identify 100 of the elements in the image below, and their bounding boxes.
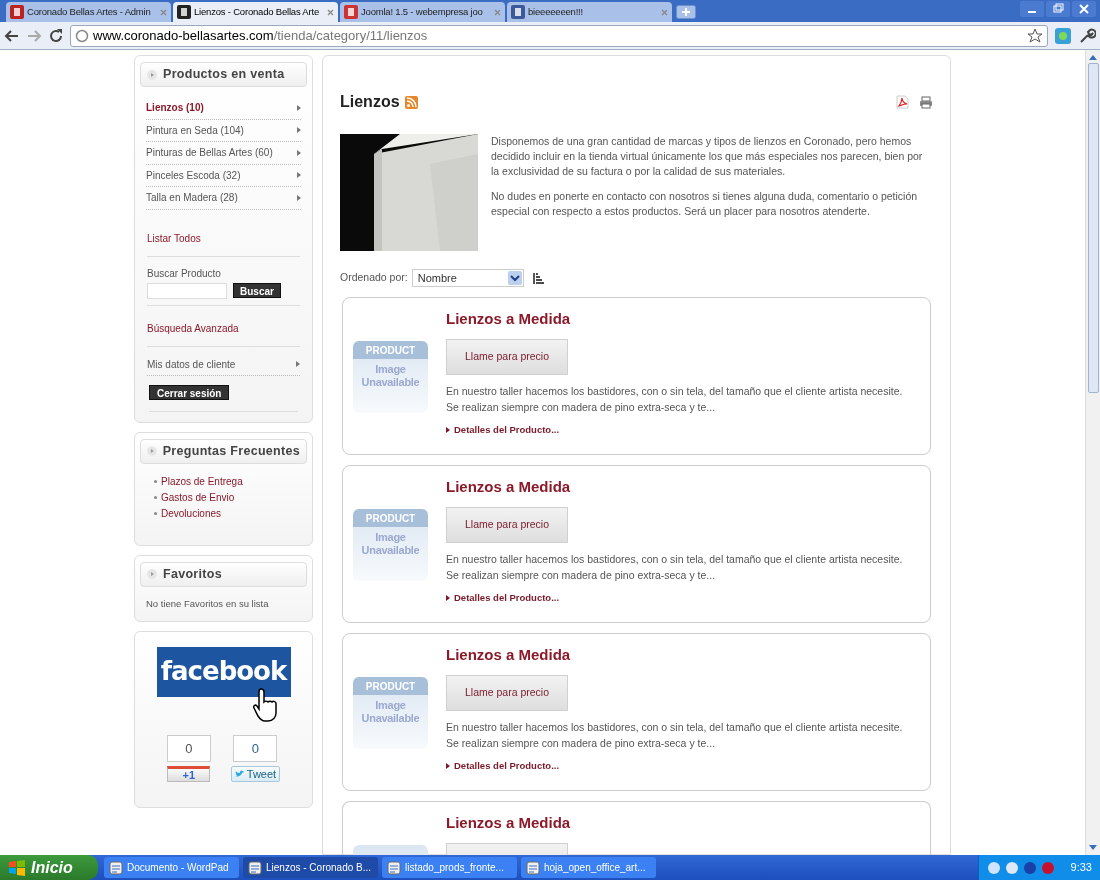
site-icon (177, 5, 191, 19)
category-link[interactable]: Pintura en Seda (104) (146, 119, 301, 142)
description-text: No dudes en ponerte en contacto con nosotros si tienes alguna duda, comentario o petición especial con respecto a estos productos. Será un placer para nosotros atenderte. (491, 189, 919, 219)
placeholder-label: PRODUCT (353, 341, 428, 359)
bullet-icon (147, 569, 157, 579)
tab-title: bieeeeeeen!!! (528, 4, 584, 19)
browser-tab[interactable]: Coronado Bellas Artes - Admin (6, 2, 171, 22)
arrow-icon (297, 104, 301, 111)
product-name[interactable]: Lienzos a Medida (446, 476, 914, 499)
arrow-icon (297, 127, 301, 134)
product-name[interactable]: Lienzos a Medida (446, 308, 914, 331)
faq-link[interactable]: Devoluciones (161, 505, 222, 521)
app-icon (109, 860, 123, 875)
close-icon[interactable] (327, 8, 334, 16)
plus-one-button[interactable]: +1 (167, 765, 211, 782)
print-icon[interactable] (919, 95, 933, 109)
forward-button[interactable] (26, 27, 42, 44)
arrow-icon (446, 594, 450, 601)
arrow-icon (446, 426, 450, 433)
start-button[interactable]: Inicio (0, 855, 98, 880)
placeholder-text: Image Unavailable (360, 363, 421, 389)
tab-title: Joomla! 1.5 - webempresa joo (361, 4, 484, 19)
price-label: Llame para precio (446, 338, 568, 375)
sort-dropdown[interactable]: Nombre (411, 269, 524, 287)
details-link[interactable]: Detalles del Producto... (454, 590, 560, 605)
tweet-button[interactable]: Tweet (230, 765, 281, 782)
browser-tab[interactable]: Lienzos - Coronado Bellas Arte (173, 2, 338, 22)
taskbar-button[interactable]: Documento - WordPad (104, 857, 239, 878)
list-all-link[interactable]: Listar Todos (147, 232, 201, 244)
close-icon[interactable] (494, 8, 501, 16)
module-title: Productos en venta (163, 66, 285, 84)
minimize-button[interactable] (1020, 1, 1044, 17)
facebook-logo[interactable]: facebook (156, 646, 291, 697)
address-bar[interactable]: www.coronado-bellasartes.com/tienda/category/11/lienzos (70, 24, 1048, 47)
pdf-icon[interactable] (896, 95, 909, 109)
clock: 9:33 (1070, 860, 1092, 876)
module-title: Favoritos (163, 565, 222, 583)
field-label: Buscar Producto (147, 266, 222, 281)
details-link[interactable]: Detalles del Producto... (454, 758, 560, 773)
logout-button[interactable]: Cerrar sesión (149, 384, 230, 400)
scroll-down-arrow[interactable] (1088, 844, 1098, 852)
rss-icon[interactable] (404, 95, 418, 109)
empty-message: No tiene Favoritos en su lista (146, 596, 270, 611)
placeholder-label: PRODUCT (353, 509, 428, 527)
arrow-icon (446, 762, 450, 769)
windows-logo-icon (8, 859, 26, 876)
sort-label: Ordenado por: (340, 270, 408, 286)
extension-icon[interactable] (1054, 26, 1072, 45)
reload-button[interactable] (48, 27, 64, 44)
details-link[interactable]: Detalles del Producto... (454, 422, 560, 437)
category-link[interactable]: Pinturas de Bellas Artes (60) (146, 142, 301, 165)
placeholder-text: Image Unavailable (360, 699, 421, 725)
arrow-icon (297, 149, 301, 156)
new-tab-button[interactable] (676, 5, 696, 19)
app-icon (248, 860, 262, 875)
placeholder-text: Image Unavailable (360, 531, 421, 557)
close-button[interactable] (1072, 1, 1096, 17)
product-name[interactable]: Lienzos a Medida (446, 812, 571, 835)
product-description: En nuestro taller hacemos los bastidores, con o sin tela, del tamaño que el cliente artista necesite. Se realizan siempre con madera de pino extra-seca y te... (446, 551, 904, 583)
back-button[interactable] (4, 27, 20, 44)
url-text: www.coronado-bellasartes.com/tienda/category/11/lienzos (93, 26, 428, 45)
scroll-up-arrow[interactable] (1088, 53, 1098, 61)
arrow-icon (297, 172, 301, 179)
sort-order-icon[interactable] (532, 272, 545, 284)
account-link[interactable]: Mis datos de cliente (147, 356, 236, 372)
faq-link[interactable]: Gastos de Envio (161, 489, 235, 505)
arrow-icon (296, 361, 300, 367)
star-icon[interactable] (1027, 27, 1043, 44)
globe-icon (75, 28, 89, 43)
category-link[interactable]: Pinceles Escoda (32) (146, 164, 301, 187)
share-count: 0 (166, 734, 211, 762)
faq-link[interactable]: Plazos de Entrega (161, 473, 243, 489)
restore-button[interactable] (1046, 1, 1070, 17)
search-button[interactable]: Buscar (233, 283, 281, 298)
search-field[interactable] (147, 282, 227, 299)
price-label: Llame para precio (446, 674, 568, 711)
category-title: Lienzos (340, 92, 400, 112)
scrollbar-thumb[interactable] (1087, 63, 1099, 393)
close-icon[interactable] (160, 8, 167, 16)
bullet-icon (147, 69, 157, 80)
browser-tab[interactable]: Joomla! 1.5 - webempresa joo (340, 2, 505, 22)
app-icon (387, 860, 401, 875)
close-icon[interactable] (661, 8, 668, 16)
description-text: Disponemos de una gran cantidad de marcas y tipos de lienzos en Coronado, pero hemos decidido incluir en la tienda virtual únicamente los que más especiales nos parecen, bien por la exclusividad de su factura o por la calidad de sus materiales. (491, 134, 924, 179)
browser-tab[interactable]: bieeeeeeen!!! (507, 2, 672, 22)
tab-title: Lienzos - Coronado Bellas Arte (194, 4, 320, 19)
taskbar-button[interactable]: hoja_open_office_art... (521, 857, 656, 878)
advanced-search-link[interactable]: Búsqueda Avanzada (147, 322, 239, 334)
category-link[interactable]: Lienzos (10) (146, 97, 301, 120)
category-link[interactable]: Talla en Madera (28) (146, 187, 301, 210)
price-label: Llame para precio (446, 506, 568, 543)
product-name[interactable]: Lienzos a Medida (446, 644, 914, 667)
taskbar-button[interactable]: Lienzos - Coronado B... (243, 857, 378, 878)
arrow-icon (297, 194, 301, 201)
site-icon (10, 5, 24, 19)
taskbar-button[interactable]: listado_prods_fronte... (382, 857, 517, 878)
tab-title: Coronado Bellas Artes - Admin (27, 4, 152, 19)
product-description: En nuestro taller hacemos los bastidores, con o sin tela, del tamaño que el cliente artista necesite. Se realizan siempre con madera de pino extra-seca y te... (446, 383, 904, 415)
product-description: En nuestro taller hacemos los bastidores, con o sin tela, del tamaño que el cliente artista necesite. Se realizan siempre con madera de pino extra-seca y te... (446, 719, 904, 751)
site-icon (511, 5, 525, 19)
